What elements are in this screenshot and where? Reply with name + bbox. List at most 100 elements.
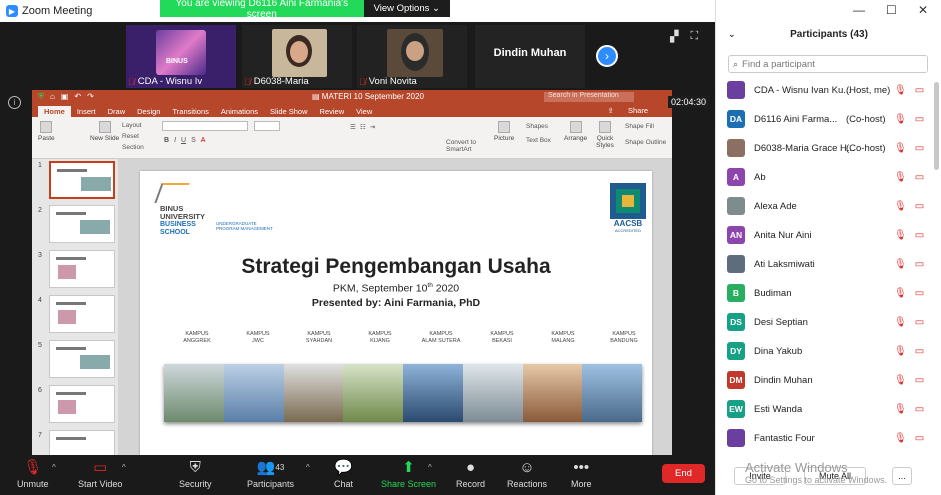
- participant-status-icons: 🎙 ▭: [894, 172, 924, 183]
- audio-caret-icon[interactable]: ^: [52, 463, 56, 472]
- campus-label-name: BEKASI: [492, 338, 512, 344]
- video-tile[interactable]: 🎙̸ D6038-Maria: [242, 25, 352, 88]
- close-icon[interactable]: ✕: [918, 3, 928, 17]
- video-caret-icon[interactable]: ^: [122, 463, 126, 472]
- start-video-button[interactable]: ▭ Start Video: [78, 459, 122, 489]
- maximize-icon[interactable]: ☐: [886, 3, 897, 17]
- participant-row[interactable]: DA D6116 Aini Farma... (Co-host) 🎙 ▭: [716, 109, 941, 129]
- participant-logo: BINUS: [156, 30, 206, 75]
- strike-icon: S: [191, 137, 196, 144]
- next-page-arrow-icon[interactable]: ›: [596, 45, 618, 67]
- participant-row[interactable]: CDA - Wisnu Ivan Ku... (Host, me) 🎙 ▭: [716, 80, 941, 100]
- muted-mic-icon[interactable]: 🎙: [894, 143, 907, 154]
- video-tile[interactable]: Dindin Muhan: [475, 25, 585, 88]
- clipboard-icon: [40, 121, 53, 133]
- gallery-view-icon[interactable]: ▞: [670, 30, 678, 43]
- muted-mic-icon[interactable]: 🎙: [894, 259, 907, 270]
- video-off-icon: ▭: [914, 287, 925, 299]
- campus-label: KAMPUS BANDUNG: [589, 331, 659, 345]
- muted-mic-icon[interactable]: 🎙: [894, 317, 907, 328]
- participant-row[interactable]: EW Esti Wanda 🎙 ▭: [716, 399, 941, 419]
- meeting-info-icon[interactable]: i: [8, 96, 21, 109]
- collapse-chevron-icon[interactable]: ⌄: [728, 29, 736, 40]
- ppt-share: ⇪ Share: [596, 105, 660, 116]
- more-button[interactable]: ••• More: [571, 459, 592, 489]
- participant-row[interactable]: DM Dindin Muhan 🎙 ▭: [716, 370, 941, 390]
- video-tile[interactable]: 🎙̸ Voni Novita: [357, 25, 467, 88]
- muted-mic-icon: 🎙: [23, 459, 43, 476]
- video-off-icon: ▭: [914, 84, 925, 96]
- muted-mic-icon: 🎙̸: [244, 76, 251, 87]
- binus-tile-text: BINUS: [166, 58, 188, 65]
- slide-number: 2: [38, 207, 42, 214]
- participant-row[interactable]: AN Anita Nur Aini 🎙 ▭: [716, 225, 941, 245]
- paragraph-tools: ☰ ☷ ⇥: [350, 123, 375, 131]
- search-placeholder: Find a participant: [742, 58, 815, 70]
- campus-label-name: JWC: [252, 338, 264, 344]
- muted-mic-icon: 🎙̸: [359, 76, 366, 87]
- participant-name: Ati Laksmiwati: [754, 258, 815, 270]
- view-options-button[interactable]: View Options ⌄: [363, 0, 450, 17]
- participant-row[interactable]: B Budiman 🎙 ▭: [716, 283, 941, 303]
- minimize-icon[interactable]: —: [853, 3, 865, 17]
- video-off-icon: ▭: [914, 374, 925, 386]
- muted-mic-icon[interactable]: 🎙: [894, 201, 907, 212]
- mute-all-button[interactable]: Mute All: [804, 467, 866, 485]
- share-caret-icon[interactable]: ^: [428, 463, 432, 472]
- campus-label: KAMPUS JWC: [223, 331, 293, 345]
- save-icon: ▣: [60, 92, 69, 101]
- video-tile[interactable]: BINUS 🎙̸ CDA - Wisnu Iv: [126, 25, 236, 88]
- muted-mic-icon[interactable]: 🎙: [894, 404, 907, 415]
- slide-presenter: Presented by: Aini Farmania, PhD: [311, 297, 481, 309]
- record-button[interactable]: ● Record: [456, 459, 485, 489]
- muted-mic-icon[interactable]: 🎙: [894, 85, 907, 96]
- muted-mic-icon[interactable]: 🎙: [894, 172, 907, 183]
- panel-more-button[interactable]: ...: [892, 467, 912, 485]
- unmute-button[interactable]: 🎙 Unmute: [17, 459, 49, 489]
- fullscreen-icon[interactable]: ⛶: [690, 30, 698, 43]
- meeting-toolbar: 🎙 Unmute ^ ▭ Start Video ^ ⛨ Security 👥43 Pa…: [0, 455, 715, 495]
- participant-row[interactable]: DS Desi Septian 🎙 ▭: [716, 312, 941, 332]
- participant-list-scrollbar[interactable]: [934, 82, 939, 170]
- participant-row[interactable]: Ati Laksmiwati 🎙 ▭: [716, 254, 941, 274]
- campus-label-top: KAMPUS: [185, 331, 209, 337]
- reactions-button[interactable]: ☺ Reactions: [507, 459, 547, 489]
- numbering-icon: ☷: [359, 124, 366, 131]
- campus-photo: [582, 364, 642, 422]
- slide-number: 4: [38, 297, 42, 304]
- participant-row[interactable]: D6038-Maria Grace H... (Co-host) 🎙 ▭: [716, 138, 941, 158]
- muted-mic-icon[interactable]: 🎙: [894, 433, 907, 444]
- avatar: EW: [727, 400, 745, 418]
- campus-photo: [462, 364, 523, 422]
- participant-search-input[interactable]: ⌕ Find a participant: [728, 55, 928, 73]
- avatar: [727, 255, 745, 273]
- participants-button[interactable]: 👥43 Participants: [247, 459, 294, 489]
- view-options-label: View Options: [373, 3, 430, 14]
- muted-mic-icon[interactable]: 🎙: [894, 375, 907, 386]
- participant-status-icons: 🎙 ▭: [894, 404, 924, 415]
- participants-caret-icon[interactable]: ^: [306, 463, 310, 472]
- share-icon: ⇪: [607, 106, 616, 115]
- shared-powerpoint: ⛨ ⌂ ▣ ↶ ↷ ▤ MATERI 10 September 2020 Sea…: [32, 90, 672, 455]
- participant-name: Ab: [754, 171, 766, 183]
- participant-row[interactable]: Fantastic Four 🎙 ▭: [716, 428, 941, 448]
- muted-mic-icon[interactable]: 🎙: [894, 114, 907, 125]
- campus-photo: [343, 364, 403, 422]
- campus-label: KAMPUS MALANG: [528, 331, 598, 345]
- participant-row[interactable]: Alexa Ade 🎙 ▭: [716, 196, 941, 216]
- paste-label: Paste: [38, 135, 55, 142]
- undo-icon: ↶: [74, 92, 82, 101]
- security-button[interactable]: ⛨ Security: [179, 459, 212, 489]
- participant-row[interactable]: DY Dina Yakub 🎙 ▭: [716, 341, 941, 361]
- end-meeting-button[interactable]: End: [662, 464, 705, 483]
- campus-label-name: BANDUNG: [610, 338, 638, 344]
- participant-row[interactable]: A Ab 🎙 ▭: [716, 167, 941, 187]
- muted-mic-icon[interactable]: 🎙: [894, 230, 907, 241]
- convert-smartart-label: Convert to SmartArt: [446, 139, 476, 153]
- muted-mic-icon[interactable]: 🎙: [894, 346, 907, 357]
- invite-button[interactable]: Invite: [734, 467, 786, 485]
- chat-button[interactable]: 💬 Chat: [334, 459, 353, 489]
- campus-photo: [522, 364, 583, 422]
- muted-mic-icon[interactable]: 🎙: [894, 288, 907, 299]
- campus-label: KAMPUS KIJANG: [345, 331, 415, 345]
